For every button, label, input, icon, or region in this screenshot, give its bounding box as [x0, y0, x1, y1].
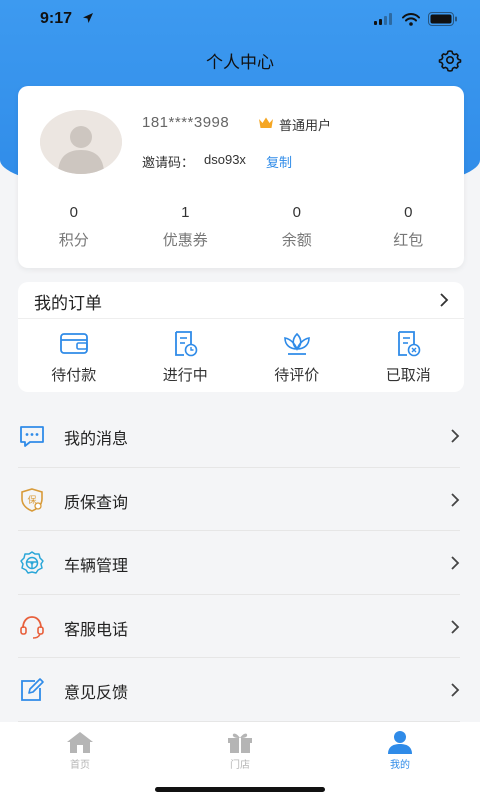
lotus-review-icon — [283, 332, 310, 355]
stat-value: 0 — [292, 204, 301, 221]
menu-item-label: 车辆管理 — [64, 556, 129, 575]
wifi-icon — [402, 12, 420, 26]
order-item-label: 进行中 — [162, 366, 208, 384]
invite-code-label: 邀请码： — [142, 156, 195, 171]
menu-item-label: 我的消息 — [64, 429, 129, 448]
user-stats: 0 积分 1 优惠券 0 余额 0 红包 — [18, 204, 464, 250]
location-arrow-icon — [83, 13, 93, 23]
stat-value: 0 — [404, 204, 413, 221]
menu-item-messages[interactable]: 我的消息 — [0, 404, 480, 468]
status-time: 9:17 — [40, 10, 73, 27]
stat-coupons[interactable]: 1 优惠券 — [130, 204, 242, 250]
order-item-label: 待评价 — [274, 366, 320, 384]
stat-label: 积分 — [58, 231, 89, 249]
menu-item-feedback[interactable]: 意见反馈 — [0, 658, 480, 722]
order-cancel-icon — [398, 331, 421, 357]
edit-feedback-icon — [21, 678, 44, 701]
chevron-right-icon[interactable] — [438, 292, 450, 308]
stat-label: 余额 — [281, 231, 312, 249]
signal-icon — [374, 13, 392, 25]
order-pending-payment[interactable]: 待付款 — [18, 330, 130, 385]
stat-value: 1 — [181, 204, 190, 221]
invite-code-value: dso93x — [204, 152, 246, 167]
chevron-right-icon — [451, 556, 460, 570]
headset-icon — [20, 615, 44, 639]
tab-mine[interactable]: 我的 — [360, 730, 440, 771]
page-title: 个人中心 — [206, 53, 274, 73]
stat-red-packets[interactable]: 0 红包 — [353, 204, 465, 250]
menu-item-label: 客服电话 — [64, 619, 129, 639]
stat-value: 0 — [69, 204, 78, 221]
order-to-review[interactable]: 待评价 — [241, 330, 353, 385]
bottom-tab-bar: 首页 门店 我的 — [0, 722, 480, 800]
status-bar: 9:17 — [0, 0, 480, 40]
stat-points[interactable]: 0 积分 — [18, 204, 130, 250]
gift-icon — [228, 733, 252, 753]
home-indicator[interactable] — [155, 787, 325, 792]
tab-label: 门店 — [230, 760, 250, 771]
my-orders-title[interactable]: 我的订单 — [34, 289, 102, 314]
avatar[interactable] — [40, 110, 122, 174]
wallet-icon — [59, 333, 88, 354]
chevron-right-icon — [451, 429, 460, 443]
chevron-right-icon — [451, 492, 460, 507]
user-phone: 181****3998 — [142, 114, 230, 131]
my-orders-card: 我的订单 待付款 进行中 待评价 已取消 — [18, 282, 464, 392]
warranty-shield-icon: 保 — [21, 487, 43, 512]
order-cancelled[interactable]: 已取消 — [353, 330, 465, 385]
home-icon — [67, 732, 93, 753]
avatar-placeholder-icon — [40, 110, 122, 174]
tab-store[interactable]: 门店 — [200, 730, 280, 771]
tab-label: 我的 — [390, 760, 410, 771]
menu-list: 我的消息 保 质保查询 车辆管理 客服电话 意见反馈 — [0, 404, 480, 722]
stat-balance[interactable]: 0 余额 — [241, 204, 353, 250]
chevron-right-icon — [451, 619, 460, 634]
user-level-badge: 普通用户 — [279, 119, 332, 134]
tab-home[interactable]: 首页 — [40, 730, 120, 771]
stat-label: 红包 — [393, 231, 424, 249]
tab-label: 首页 — [70, 760, 90, 771]
gear-icon[interactable] — [438, 48, 462, 72]
stat-label: 优惠券 — [162, 231, 208, 249]
battery-icon — [428, 12, 457, 26]
menu-item-warranty[interactable]: 保 质保查询 — [0, 468, 480, 531]
crown-icon — [259, 117, 273, 128]
order-in-progress[interactable]: 进行中 — [130, 330, 242, 385]
user-icon — [388, 731, 412, 754]
menu-item-customer-service[interactable]: 客服电话 — [0, 595, 480, 658]
order-item-label: 已取消 — [385, 366, 431, 384]
menu-item-label: 质保查询 — [64, 492, 129, 512]
steering-wheel-icon — [20, 551, 44, 574]
chevron-right-icon — [451, 683, 460, 697]
message-icon — [20, 426, 44, 447]
order-item-label: 待付款 — [51, 366, 97, 384]
copy-invite-code-button[interactable]: 复制 — [266, 152, 292, 171]
menu-item-label: 意见反馈 — [64, 683, 129, 702]
profile-card: 181****3998 普通用户 邀请码： dso93x 复制 0 积分 1 优… — [18, 86, 464, 268]
menu-item-vehicles[interactable]: 车辆管理 — [0, 531, 480, 595]
divider — [18, 318, 464, 319]
order-progress-icon — [175, 331, 198, 357]
